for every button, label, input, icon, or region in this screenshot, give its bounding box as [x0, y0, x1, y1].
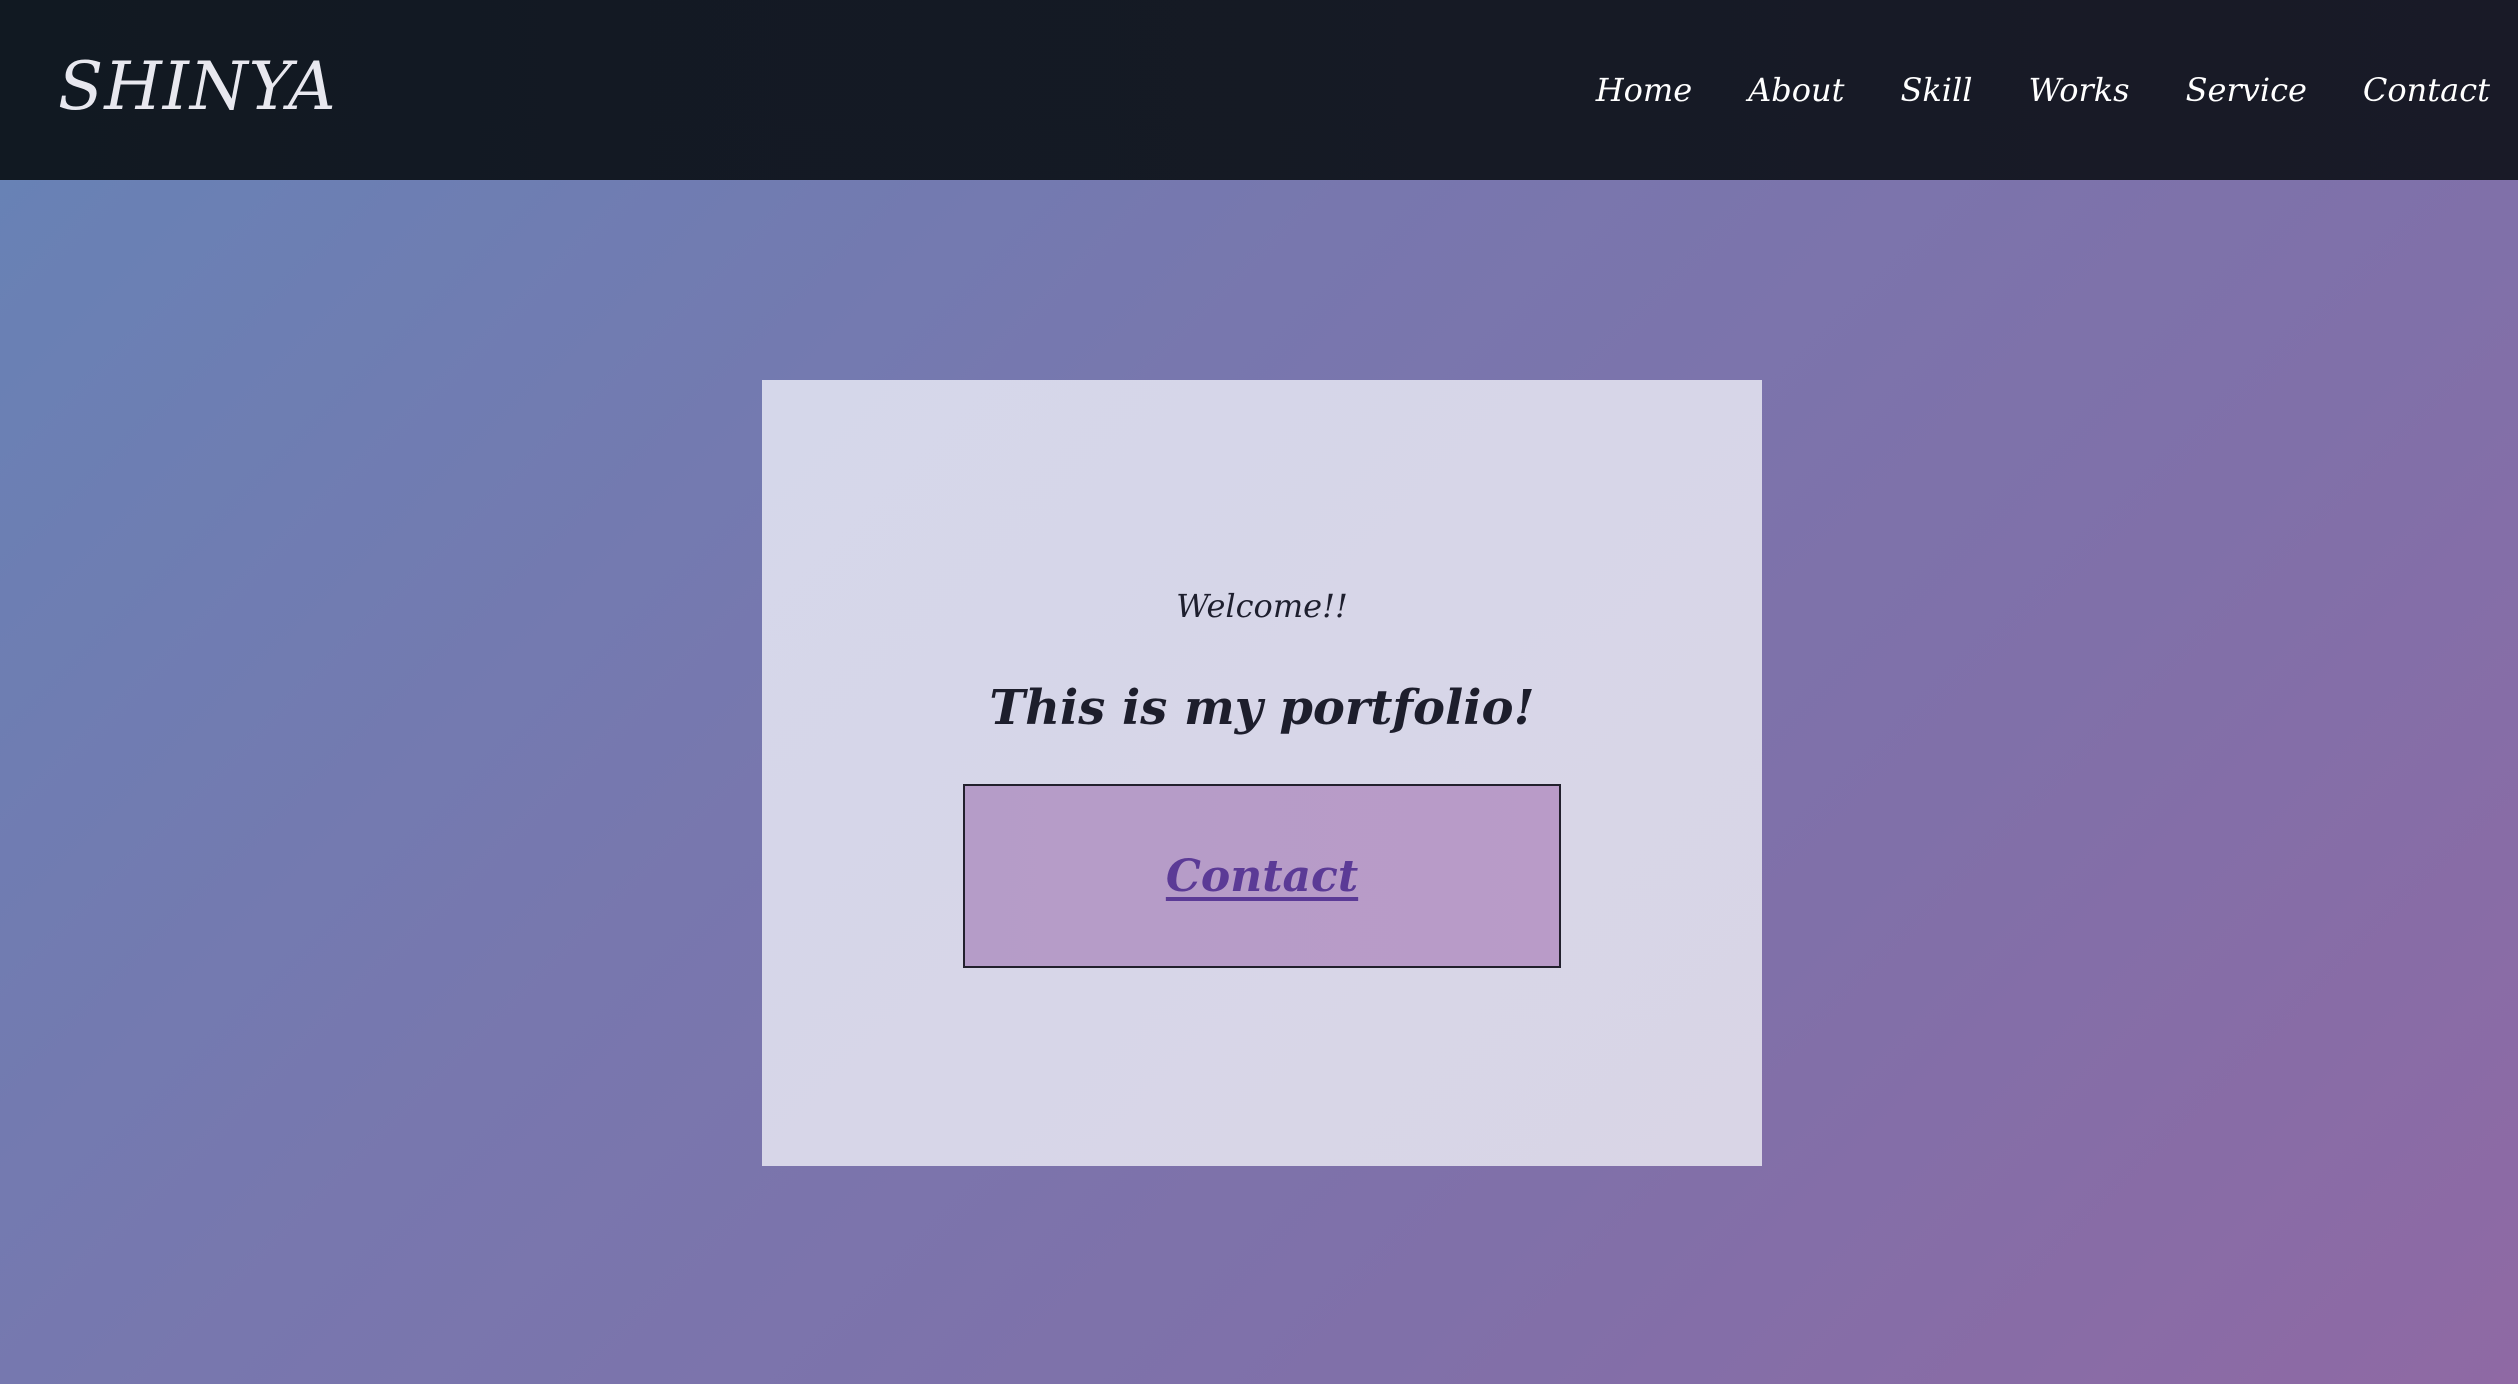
nav-service-link[interactable]: Service	[2186, 71, 2307, 109]
nav-home-link[interactable]: Home	[1596, 71, 1692, 109]
site-header: SHINYA Home About Skill Works Service Co…	[0, 0, 2518, 180]
nav-contact-link[interactable]: Contact	[2363, 71, 2490, 109]
main-nav: Home About Skill Works Service Contact	[1596, 71, 2490, 109]
contact-button-label[interactable]: Contact	[1166, 851, 1358, 902]
nav-about-link[interactable]: About	[1748, 71, 1844, 109]
nav-works-link[interactable]: Works	[2029, 71, 2130, 109]
hero-headline: This is my portfolio!	[989, 680, 1535, 736]
hero-card: Welcome!! This is my portfolio! Contact	[762, 380, 1762, 1166]
site-logo[interactable]: SHINYA	[58, 48, 337, 125]
nav-skill-link[interactable]: Skill	[1900, 71, 1972, 109]
welcome-text: Welcome!!	[1176, 587, 1348, 625]
contact-button[interactable]: Contact	[963, 784, 1561, 968]
